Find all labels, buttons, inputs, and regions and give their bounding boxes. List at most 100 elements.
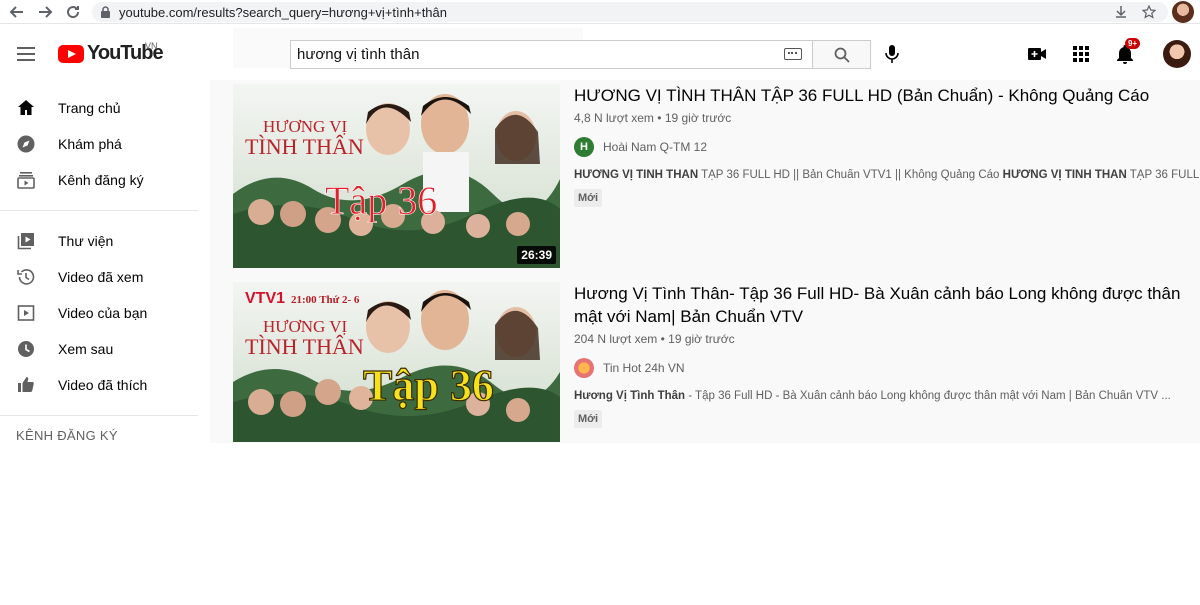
browser-profile-avatar[interactable] (1172, 1, 1194, 23)
voice-search-button[interactable] (880, 42, 904, 66)
description-highlight: Hương Vị Tình Thân (574, 390, 686, 402)
video-metadata: 4,8 N lượt xem • 19 giờ trước (574, 111, 1200, 125)
thumb-channel-logo: VTV1 (245, 290, 285, 307)
arrow-left-icon (9, 5, 23, 18)
forward-button[interactable] (34, 1, 56, 23)
sidebar-item-label: Video của bạn (58, 305, 148, 321)
video-title[interactable]: HƯƠNG VỊ TÌNH THÂN TẬP 36 FULL HD (Bản C… (574, 84, 1200, 107)
channel-name[interactable]: Tin Hot 24h VN (603, 361, 685, 375)
star-icon[interactable] (1142, 5, 1156, 19)
reload-icon (67, 5, 80, 18)
sidebar-item-label: Trang chủ (58, 100, 121, 116)
sidebar-item-subscriptions[interactable]: Kênh đăng ký (0, 162, 210, 198)
sidebar-item-your-videos[interactable]: Video của bạn (0, 295, 210, 331)
thumb-schedule: 21:00 Thứ 2- 6 (291, 294, 360, 306)
address-bar[interactable]: youtube.com/results?search_query=hương+v… (92, 2, 1168, 22)
sidebar-item-label: Video đã thích (58, 377, 148, 393)
thumb-title-line-2: TÌNH THÂN (245, 334, 364, 359)
meta-separator: • (660, 332, 665, 346)
search-button[interactable] (813, 40, 871, 69)
sidebar-divider (0, 210, 198, 211)
reload-button[interactable] (62, 1, 84, 23)
new-badge: Mới (574, 410, 603, 428)
sidebar-item-history[interactable]: Video đã xem (0, 259, 210, 295)
video-duration: 26:39 (517, 246, 556, 264)
video-thumbnail[interactable]: HƯƠNG VỊ TÌNH THÂN Tập 36 26:39 (233, 84, 560, 268)
description-highlight: HƯƠNG VỊ TÌNH THÂN (574, 169, 699, 181)
sidebar-item-explore[interactable]: Khám phá (0, 126, 210, 162)
video-description: Hương Vị Tình Thân - Tập 36 Full HD - Bà… (574, 390, 1200, 402)
description-text: TẬP 36 FULL HD ... (1129, 169, 1200, 181)
search-input[interactable] (297, 46, 777, 63)
your-videos-icon (16, 303, 36, 323)
youtube-masthead: YouTube VN 9+ (0, 28, 1200, 80)
youtube-play-icon (58, 44, 84, 63)
video-metadata: 204 N lượt xem • 19 giờ trước (574, 332, 1200, 346)
sidebar-item-home[interactable]: Trang chủ (0, 90, 210, 126)
account-avatar[interactable] (1163, 40, 1191, 68)
apps-button[interactable] (1069, 42, 1093, 66)
sidebar-item-label: Thư viện (58, 233, 114, 249)
channel-info[interactable]: H Hoài Nam Q-TM 12 (574, 137, 1200, 157)
video-result: VTV1 21:00 Thứ 2- 6 HƯƠNG VỊ TÌNH THÂN T… (233, 278, 1200, 462)
description-text: - Tập 36 Full HD - Bà Xuân cảnh báo Long… (685, 390, 1171, 402)
install-icon[interactable] (1114, 5, 1128, 19)
lock-icon (101, 6, 110, 18)
sidebar-item-label: Xem sau (58, 341, 114, 357)
thumbnail-image: VTV1 21:00 Thứ 2- 6 HƯƠNG VỊ TÌNH THÂN T… (233, 282, 560, 442)
create-button[interactable] (1025, 42, 1049, 66)
new-badge: Mới (574, 189, 603, 207)
hamburger-line (17, 53, 35, 55)
sidebar-item-watch-later[interactable]: Xem sau (0, 331, 210, 367)
video-camera-plus-icon (1028, 48, 1046, 60)
back-button[interactable] (6, 1, 28, 23)
channel-name[interactable]: Hoài Nam Q-TM 12 (603, 140, 707, 154)
notifications-button[interactable]: 9+ (1113, 38, 1141, 66)
home-icon (16, 98, 36, 118)
guide-menu-button[interactable] (14, 42, 38, 66)
subscriptions-icon (16, 170, 36, 190)
subscriptions-heading: KÊNH ĐĂNG KÝ (16, 428, 118, 443)
thumb-episode: Tập 36 (363, 361, 494, 410)
microphone-icon (885, 45, 899, 63)
channel-avatar[interactable]: H (574, 137, 594, 157)
thumb-episode: Tập 36 (325, 178, 437, 223)
channel-avatar[interactable] (574, 358, 594, 378)
description-highlight: HƯƠNG VỊ TÌNH THÂN (1002, 169, 1127, 181)
browser-toolbar: youtube.com/results?search_query=hương+v… (0, 0, 1200, 24)
channel-info[interactable]: Tin Hot 24h VN (574, 358, 1200, 378)
guide-sidebar: Trang chủ Khám phá Kênh đăng ký Thư viện… (0, 80, 210, 605)
url-text: youtube.com/results?search_query=hương+v… (119, 4, 447, 20)
search-results: HƯƠNG VỊ TÌNH THÂN Tập 36 26:39 HƯƠNG VỊ… (210, 80, 1200, 443)
video-thumbnail[interactable]: VTV1 21:00 Thứ 2- 6 HƯƠNG VỊ TÌNH THÂN T… (233, 282, 560, 442)
sidebar-item-library[interactable]: Thư viện (0, 223, 210, 259)
video-title[interactable]: Hương Vị Tình Thân- Tập 36 Full HD- Bà X… (574, 282, 1200, 328)
thumbnail-image: HƯƠNG VỊ TÌNH THÂN Tập 36 (233, 84, 560, 268)
compass-icon (16, 134, 36, 154)
meta-separator: • (657, 111, 662, 125)
description-text: TẬP 36 FULL HD || Bản Chuẩn VTV1 || Khôn… (698, 169, 1003, 181)
search-box[interactable] (290, 40, 813, 69)
thumb-title-line-2: TÌNH THÂN (245, 134, 364, 159)
watch-later-icon (16, 339, 36, 359)
hamburger-icon (17, 47, 35, 49)
sidebar-divider (0, 415, 198, 416)
hamburger-line (17, 59, 35, 61)
notification-count-badge: 9+ (1125, 38, 1141, 49)
apps-grid-icon (1073, 46, 1089, 62)
sidebar-item-label: Video đã xem (58, 269, 144, 285)
arrow-right-icon (39, 5, 53, 18)
upload-age: 19 giờ trước (664, 111, 732, 125)
keyboard-icon[interactable] (784, 48, 802, 60)
thumbs-up-icon (16, 375, 36, 395)
sidebar-item-label: Khám phá (58, 136, 122, 152)
view-count: 4,8 N lượt xem (574, 111, 654, 125)
sidebar-item-liked-videos[interactable]: Video đã thích (0, 367, 210, 403)
upload-age: 19 giờ trước (668, 332, 735, 346)
view-count: 204 N lượt xem (574, 332, 658, 346)
history-icon (16, 267, 36, 287)
sidebar-item-label: Kênh đăng ký (58, 172, 144, 188)
video-description: HƯƠNG VỊ TÌNH THÂN TẬP 36 FULL HD || Bản… (574, 169, 1200, 181)
video-result: HƯƠNG VỊ TÌNH THÂN Tập 36 26:39 HƯƠNG VỊ… (233, 80, 1200, 268)
library-icon (16, 231, 36, 251)
